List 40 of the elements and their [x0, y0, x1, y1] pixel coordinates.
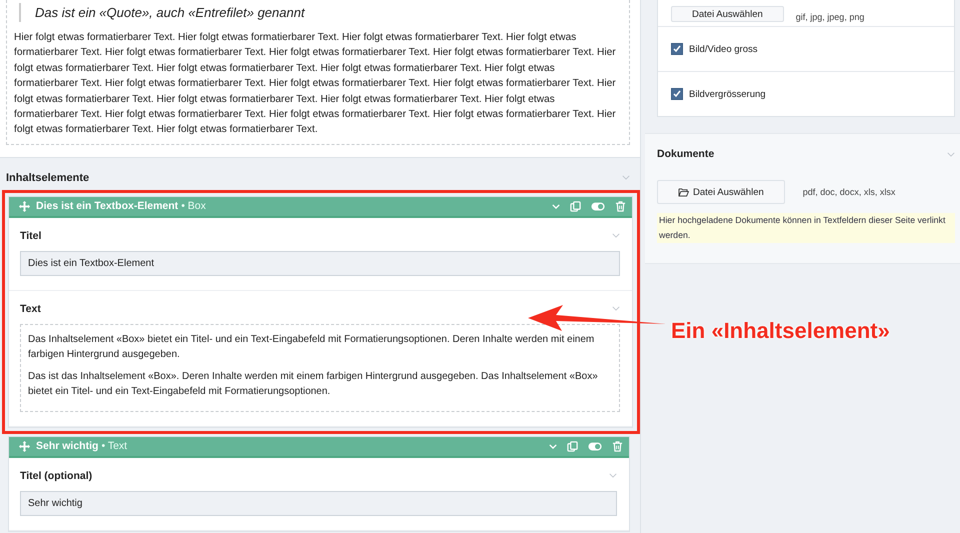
toggle-icon[interactable]: [588, 442, 602, 451]
copy-icon[interactable]: [567, 440, 578, 452]
paragraph-text: Hier folgt etwas formatierbarer Text. Hier folgt etwas formatierbarer Text. Hier folgt etwas formatierbarer Text. Hier folgt etwas formatierbarer Text. Hier folgt etwas formatierbarer Text. Hier folgt etwas formatierbarer Text. Hier folgt etwas formatierbarer Text. Hier folgt etwas formatierbarer Text. Hier folgt etwas formatierbarer Text. Hier folgt etwas formatierbarer Text. Hier folgt etwas formatierbarer Text. Hier folgt etwas formatierbarer Text. Hier folgt etwas formatierbarer Text. Hier folgt etwas formatierbarer Text. Hier folgt etwas formatierbarer Text. Hier folgt etwas formatierbarer Text. Hier folgt etwas formatierbarer Text. Hier folgt etwas formatierbarer Text. Hier folgt etwas formatierbarer Text. Hier folgt etwas formatierbarer Text. Hier folgt etwas formatierbarer Text. Hier folgt etwas formatierbarer Text. Hier folgt etwas formatierbarer Text.: [14, 31, 617, 138]
file-formats-text: gif, jpg, jpeg, png: [796, 12, 864, 22]
trash-icon[interactable]: [612, 440, 623, 452]
chevron-icon[interactable]: [609, 473, 617, 478]
section-title: Dokumente: [657, 148, 714, 160]
element-name: Dies ist ein Textbox-Element: [36, 200, 178, 212]
field-label: Titel (optional): [20, 470, 92, 482]
section-title: Inhaltselemente: [6, 172, 90, 184]
field-label: Titel: [20, 230, 42, 242]
chevron-icon[interactable]: [612, 306, 620, 312]
input-field[interactable]: Sehr wichtig: [20, 490, 617, 516]
quote-text: Das ist ein «Quote», auch «Entrefilet» genannt: [19, 3, 621, 22]
toggle-icon[interactable]: [591, 202, 605, 211]
file-formats-text: pdf, doc, docx, xls, xlsx: [802, 187, 896, 197]
annotation-label: Ein «Inhaltselement»: [671, 318, 890, 344]
move-icon[interactable]: [19, 440, 30, 452]
paragraph-text: Das Inhaltselement «Box» bietet ein Titel- und ein Text-Eingabefeld mit Formatierungsoptionen. Deren Inhalte werden mit einem farbigen Hintergrund ausgegeben.: [28, 332, 596, 362]
folder-icon: [678, 188, 689, 196]
input-field[interactable]: Dies ist ein Textbox-Element: [20, 250, 620, 276]
checkbox[interactable]: [671, 88, 683, 100]
info-note: Hier hochgeladene Dokumente können in Textfeldern dieser Seite verlinkt werden.: [657, 213, 955, 243]
move-icon[interactable]: [19, 200, 30, 212]
file-select-button[interactable]: Datei Auswählen: [657, 180, 785, 204]
trash-icon[interactable]: [615, 200, 626, 212]
element-type: • Text: [101, 440, 128, 452]
element-type: • Box: [181, 200, 206, 212]
paragraph-text: Das ist das Inhaltselement «Box». Deren Inhalte werden mit einem farbigen Hintergrund ausgegeben. Das Inhaltselement «Box» bietet ein Titel- und ein Text-Eingabefeld mit Formatierungsoptionen.: [28, 370, 599, 400]
chevron-icon[interactable]: [622, 175, 630, 180]
copy-icon[interactable]: [570, 200, 581, 212]
checkbox-label: Bildvergrösserung: [689, 88, 766, 100]
chevron-icon[interactable]: [612, 233, 620, 238]
file-select-button[interactable]: Datei Auswählen: [671, 6, 784, 22]
element-name: Sehr wichtig: [36, 440, 98, 452]
field-label: Text: [20, 302, 41, 315]
chevron-icon[interactable]: [947, 152, 955, 156]
checkbox-label: Bild/Video gross: [689, 44, 758, 54]
checkbox[interactable]: [671, 43, 683, 55]
text-editor[interactable]: [20, 324, 620, 412]
